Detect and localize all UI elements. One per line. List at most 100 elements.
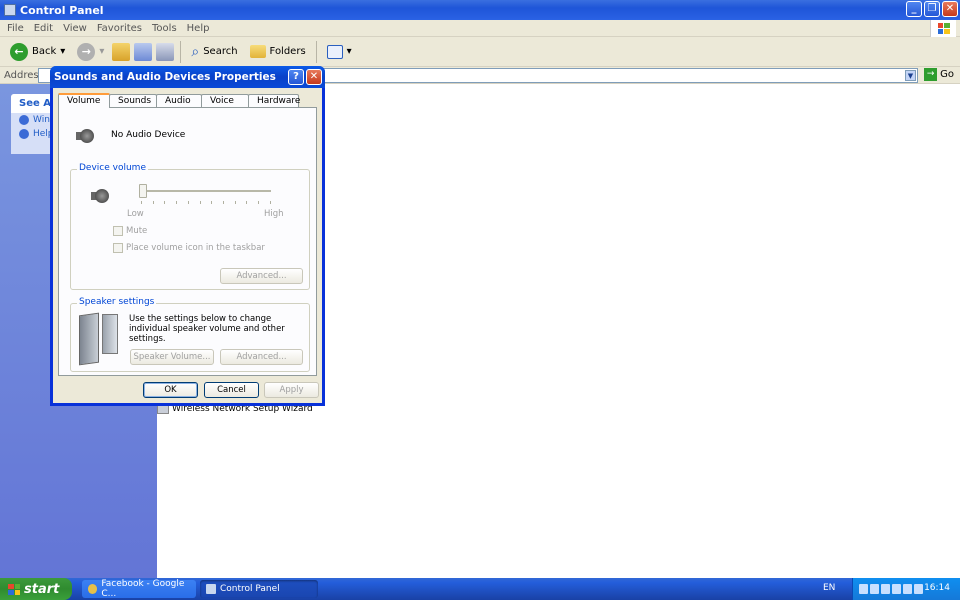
chrome-icon	[88, 584, 98, 594]
search-label: Search	[203, 46, 238, 57]
taskbar-item-label: Facebook - Google C...	[101, 579, 185, 599]
address-dropdown-icon[interactable]: ▼	[905, 70, 916, 81]
volume-low-label: Low	[127, 209, 144, 219]
forward-button[interactable]: → ▾	[73, 41, 108, 63]
speaker-volume-icon	[91, 186, 113, 206]
tray-icon[interactable]	[892, 584, 901, 594]
forward-arrow-icon: →	[77, 42, 96, 61]
tray-icon[interactable]	[870, 584, 879, 594]
system-tray: 16:14	[852, 578, 960, 600]
see-also-label: Win	[33, 115, 50, 125]
chevron-down-icon[interactable]: ▾	[99, 46, 104, 57]
search-button[interactable]: ⌕ Search	[187, 42, 241, 62]
volume-advanced-button[interactable]: Advanced...	[220, 268, 303, 284]
menu-favorites[interactable]: Favorites	[92, 23, 147, 34]
tab-panel-volume: No Audio Device Device volume Low High M…	[58, 107, 317, 376]
menu-view[interactable]: View	[58, 23, 92, 34]
clock: 16:14	[924, 583, 950, 593]
toolbar-separator	[180, 40, 182, 63]
windows-logo-icon	[8, 583, 20, 595]
volume-slider-track[interactable]	[141, 190, 271, 192]
folders-label: Folders	[269, 46, 306, 57]
start-button[interactable]: start	[0, 578, 72, 600]
speaker-advanced-button[interactable]: Advanced...	[220, 349, 303, 365]
dialog-title: Sounds and Audio Devices Properties	[54, 71, 276, 83]
restore-button[interactable]: ❐	[924, 1, 940, 17]
tray-icon[interactable]	[881, 584, 890, 594]
menu-edit[interactable]: Edit	[29, 23, 58, 34]
tab-hardware[interactable]: Hardware	[248, 94, 300, 108]
cancel-button[interactable]: Cancel	[204, 382, 259, 398]
menu-bar: File Edit View Favorites Tools Help	[0, 20, 960, 37]
go-label: Go	[940, 69, 954, 80]
taskbar-icon-checkbox[interactable]	[113, 243, 123, 253]
dialog-controls: ? ✕	[288, 69, 322, 85]
close-button[interactable]: ✕	[942, 1, 958, 17]
tray-icon[interactable]	[914, 584, 923, 594]
chevron-down-icon: ▾	[346, 46, 352, 57]
up-folder-icon[interactable]	[112, 42, 131, 61]
taskbar-item-label: Control Panel	[220, 584, 280, 594]
language-indicator[interactable]: EN	[823, 583, 835, 593]
minimize-button[interactable]: _	[906, 1, 922, 17]
mute-checkbox[interactable]	[113, 226, 123, 236]
folder-icon	[249, 45, 266, 58]
mute-label: Mute	[126, 226, 148, 236]
volume-high-label: High	[264, 209, 284, 219]
tray-icon[interactable]	[903, 584, 912, 594]
menu-tools[interactable]: Tools	[147, 23, 182, 34]
start-label: start	[24, 581, 60, 597]
tab-strip: Volume Sounds Audio Voice Hardware	[58, 93, 300, 108]
tab-audio[interactable]: Audio	[156, 94, 202, 108]
go-button[interactable]: → Go	[924, 68, 954, 81]
taskbar-icon-checkbox-row[interactable]: Place volume icon in the taskbar	[113, 243, 265, 253]
toolbar: ← Back ▾ → ▾ ⌕ Search Folders ▾	[0, 37, 960, 67]
speaker-settings-legend: Speaker settings	[77, 297, 157, 307]
menu-file[interactable]: File	[2, 23, 29, 34]
taskbar-icon-label: Place volume icon in the taskbar	[126, 243, 265, 253]
taskbar-item-control-panel[interactable]: Control Panel	[200, 580, 318, 598]
toolbar-separator	[315, 40, 317, 63]
help-icon	[19, 129, 29, 139]
taskbar: start Facebook - Google C... Control Pan…	[0, 578, 960, 600]
folders-button[interactable]: Folders	[246, 43, 310, 60]
ok-button[interactable]: OK	[143, 382, 198, 398]
views-button[interactable]: ▾	[323, 43, 356, 61]
volume-ticks	[141, 201, 271, 204]
control-panel-icon	[206, 584, 216, 594]
search-icon: ⌕	[191, 43, 200, 60]
help-button[interactable]: ?	[288, 69, 304, 85]
menu-help[interactable]: Help	[182, 23, 215, 34]
control-panel-icon	[4, 4, 16, 16]
windows-logo-icon	[930, 20, 956, 37]
speaker-volume-button[interactable]: Speaker Volume...	[130, 349, 214, 365]
tray-icon[interactable]	[859, 584, 868, 594]
back-label: Back	[32, 46, 57, 57]
tab-voice[interactable]: Voice	[201, 94, 249, 108]
globe-icon	[19, 115, 29, 125]
speakers-icon	[77, 312, 121, 366]
chevron-down-icon[interactable]: ▾	[60, 46, 65, 57]
views-icon	[326, 44, 343, 59]
volume-slider-thumb[interactable]	[139, 184, 147, 198]
device-volume-legend: Device volume	[77, 163, 148, 173]
dialog-close-button[interactable]: ✕	[306, 69, 322, 85]
apply-button[interactable]: Apply	[264, 382, 319, 398]
speaker-icon	[76, 126, 98, 146]
back-button[interactable]: ← Back ▾	[6, 41, 69, 63]
speaker-settings-group: Speaker settings Use the settings below …	[70, 297, 310, 372]
device-name: No Audio Device	[111, 130, 186, 140]
dialog-titlebar: Sounds and Audio Devices Properties ? ✕	[50, 66, 325, 88]
window-title: Control Panel	[20, 3, 104, 17]
taskbar-item-chrome[interactable]: Facebook - Google C...	[82, 579, 196, 599]
speaker-settings-text: Use the settings below to change individ…	[129, 314, 285, 344]
tab-sounds[interactable]: Sounds	[109, 94, 157, 108]
move-to-icon[interactable]	[134, 42, 153, 61]
tab-volume[interactable]: Volume	[58, 93, 110, 108]
back-arrow-icon: ←	[10, 42, 28, 61]
delete-icon[interactable]	[156, 42, 175, 61]
go-arrow-icon: →	[924, 68, 938, 81]
window-titlebar: Control Panel _ ❐ ✕	[0, 0, 960, 20]
mute-checkbox-row[interactable]: Mute	[113, 226, 147, 236]
sounds-properties-dialog: Sounds and Audio Devices Properties ? ✕ …	[50, 66, 325, 406]
